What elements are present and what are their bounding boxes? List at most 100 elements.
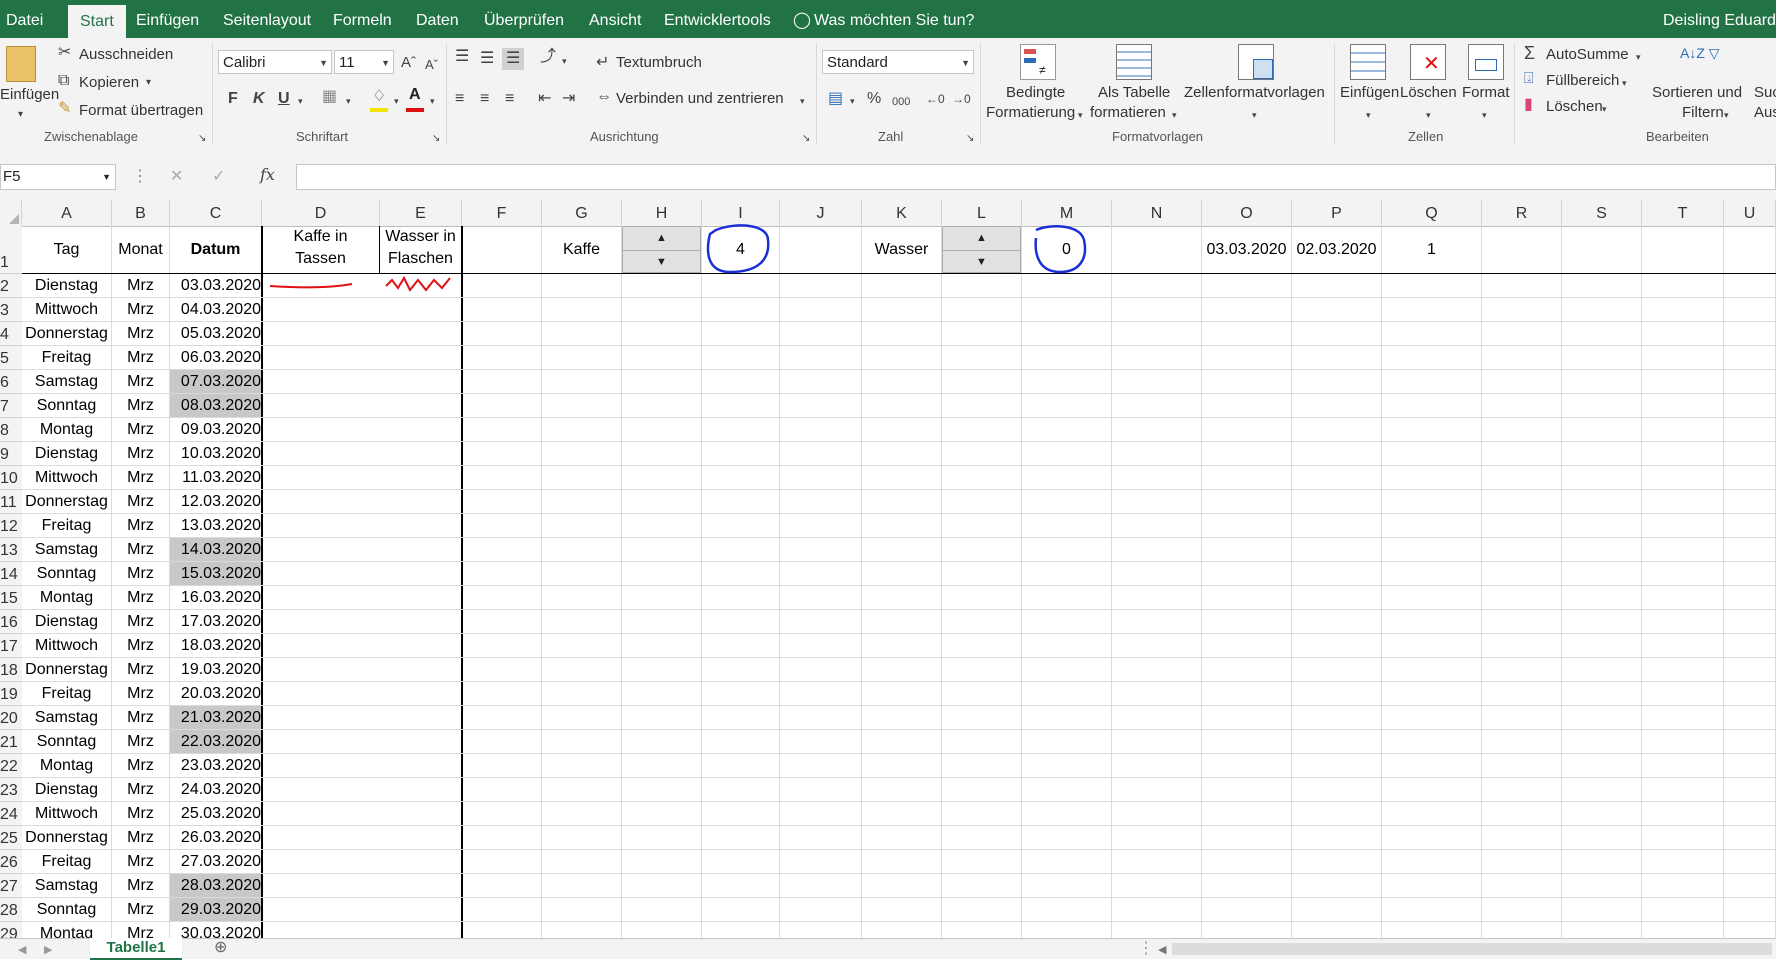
font-color-icon[interactable]: A — [409, 86, 421, 104]
confirm-icon[interactable]: ✓ — [212, 168, 225, 186]
insert-function-icon[interactable]: fx — [260, 166, 275, 184]
orientation-icon[interactable]: ⤴ — [540, 48, 556, 66]
thousands-button[interactable]: 000 — [892, 93, 910, 111]
format-as-table-label2[interactable]: formatieren — [1090, 104, 1166, 121]
dialog-launcher-icon[interactable]: ↘ — [802, 130, 810, 148]
chevron-down-icon[interactable]: ▾ — [562, 52, 567, 70]
sort-filter-label2[interactable]: Filtern — [1682, 104, 1724, 121]
align-right-icon[interactable]: ≡ — [505, 90, 514, 108]
find-select-label2[interactable]: Ausv — [1754, 104, 1776, 121]
delete-cells-button[interactable]: Löschen — [1400, 84, 1457, 101]
cell-styles-button[interactable]: Zellenformatvorlagen — [1184, 84, 1325, 101]
align-bottom-icon[interactable]: ☰ — [502, 48, 525, 70]
chevron-down-icon[interactable]: ▾ — [430, 92, 435, 110]
format-painter-button[interactable]: Format übertragen — [79, 102, 203, 119]
cancel-icon[interactable]: ✕ — [170, 168, 183, 186]
underline-button[interactable]: U — [278, 90, 290, 108]
autosum-button[interactable]: AutoSumme — [1546, 46, 1629, 63]
clear-button[interactable]: Löschen — [1546, 98, 1603, 115]
decrease-decimal-icon[interactable]: →0 — [952, 90, 971, 108]
chevron-down-icon[interactable]: ▾ — [850, 92, 855, 110]
align-left-icon[interactable]: ≡ — [455, 90, 464, 108]
currency-icon[interactable]: ▤ — [828, 90, 843, 108]
menu-daten[interactable]: Daten — [416, 0, 459, 38]
format-as-table-label1[interactable]: Als Tabelle — [1098, 84, 1170, 101]
next-sheet-icon[interactable]: ▶ — [44, 941, 52, 959]
format-as-table-icon[interactable] — [1116, 44, 1152, 80]
insert-cells-button[interactable]: Einfügen — [1340, 84, 1399, 101]
dialog-launcher-icon[interactable]: ↘ — [966, 130, 974, 148]
dialog-launcher-icon[interactable]: ↘ — [198, 130, 206, 148]
increase-decimal-icon[interactable]: ←0 — [926, 90, 945, 108]
tell-me-search[interactable]: Was möchten Sie tun? — [814, 0, 974, 38]
spreadsheet-grid[interactable]: ABCDEFGHIJKLMNOPQRSTU 1 Tag Monat Datum Kaff… — [0, 200, 1776, 938]
merge-center-button[interactable]: Verbinden und zentrieren — [616, 90, 784, 107]
wrap-text-button[interactable]: Textumbruch — [616, 54, 702, 71]
chevron-down-icon[interactable]: ▾ — [1602, 100, 1607, 118]
menu-entwicklertools[interactable]: Entwicklertools — [664, 0, 771, 38]
chevron-down-icon[interactable]: ▾ — [298, 92, 303, 110]
chevron-down-icon[interactable]: ▾ — [346, 92, 351, 110]
menu-einfuegen[interactable]: Einfügen — [136, 0, 199, 38]
cell-styles-icon[interactable] — [1238, 44, 1274, 80]
conditional-formatting-label1[interactable]: Bedingte — [1006, 84, 1065, 101]
menu-formeln[interactable]: Formeln — [333, 0, 392, 38]
dialog-launcher-icon[interactable]: ↘ — [432, 130, 440, 148]
bold-button[interactable]: F — [228, 90, 238, 108]
user-name[interactable]: Deisling Eduard — [1663, 0, 1776, 38]
delete-cells-icon[interactable]: ✕ — [1410, 44, 1446, 80]
cut-button[interactable]: Ausschneiden — [79, 46, 173, 63]
menu-datei[interactable]: Datei — [6, 0, 43, 38]
chevron-down-icon[interactable]: ▾ — [18, 106, 23, 124]
menu-ueberpruefen[interactable]: Überprüfen — [484, 0, 564, 38]
conditional-formatting-icon[interactable]: ≠ — [1020, 44, 1056, 80]
chevron-down-icon[interactable]: ▾ — [1636, 48, 1641, 66]
number-format-combo[interactable]: Standard ▼ — [822, 50, 974, 74]
font-name-combo[interactable]: Calibri ▼ — [218, 50, 332, 74]
find-select-label1[interactable]: Suc — [1754, 84, 1776, 101]
name-box[interactable]: F5 ▼ — [0, 164, 116, 190]
chevron-down-icon[interactable]: ▾ — [800, 92, 805, 110]
chevron-down-icon[interactable]: ▾ — [1622, 74, 1627, 92]
chevron-down-icon[interactable]: ▾ — [146, 74, 151, 92]
chevron-down-icon[interactable]: ▾ — [1724, 106, 1729, 124]
chevron-down-icon[interactable]: ▾ — [1482, 106, 1487, 124]
italic-button[interactable]: K — [253, 90, 265, 108]
decrease-font-icon[interactable]: Aˇ — [425, 56, 438, 74]
chevron-down-icon[interactable]: ▾ — [1172, 106, 1177, 124]
font-size-combo[interactable]: 11 ▼ — [334, 50, 394, 74]
prev-sheet-icon[interactable]: ◀ — [18, 941, 26, 959]
chevron-down-icon[interactable]: ▾ — [1078, 106, 1083, 124]
horizontal-scrollbar[interactable] — [1172, 943, 1772, 955]
add-sheet-icon[interactable]: ⊕ — [214, 939, 227, 957]
paste-icon[interactable] — [6, 46, 36, 82]
sheet-tab-tabelle1[interactable]: Tabelle1 — [90, 938, 182, 960]
scroll-left-icon[interactable]: ◀ — [1158, 941, 1166, 959]
align-top-icon[interactable]: ☰ — [455, 48, 469, 66]
chevron-down-icon[interactable]: ▾ — [1426, 106, 1431, 124]
sort-filter-label1[interactable]: Sortieren und — [1652, 84, 1742, 101]
format-cells-icon[interactable] — [1468, 44, 1504, 80]
chevron-down-icon[interactable]: ▾ — [1252, 106, 1257, 124]
conditional-formatting-label2[interactable]: Formatierung — [986, 104, 1075, 121]
increase-indent-icon[interactable]: ⇥ — [562, 90, 575, 108]
copy-button[interactable]: Kopieren — [79, 74, 139, 91]
increase-font-icon[interactable]: Aˆ — [401, 54, 416, 72]
decrease-indent-icon[interactable]: ⇤ — [538, 90, 551, 108]
fill-color-icon[interactable]: ♢ — [372, 88, 386, 106]
menu-start[interactable]: Start — [68, 5, 126, 38]
menu-ansicht[interactable]: Ansicht — [589, 0, 641, 38]
chevron-down-icon[interactable]: ▾ — [1366, 106, 1371, 124]
align-center-icon[interactable]: ≡ — [480, 90, 489, 108]
percent-button[interactable]: % — [867, 90, 881, 108]
paste-button[interactable]: Einfügen — [0, 86, 59, 103]
insert-cells-icon[interactable] — [1350, 44, 1386, 80]
formula-input[interactable] — [296, 164, 1776, 190]
chevron-down-icon[interactable]: ▾ — [394, 92, 399, 110]
sort-filter-icon[interactable]: A↓Z ▽ — [1680, 44, 1720, 62]
menu-seitenlayout[interactable]: Seitenlayout — [223, 0, 311, 38]
align-middle-icon[interactable]: ☰ — [480, 50, 494, 68]
border-icon[interactable]: ▦ — [322, 88, 337, 106]
fill-button[interactable]: Füllbereich — [1546, 72, 1619, 89]
format-cells-button[interactable]: Format — [1462, 84, 1510, 101]
